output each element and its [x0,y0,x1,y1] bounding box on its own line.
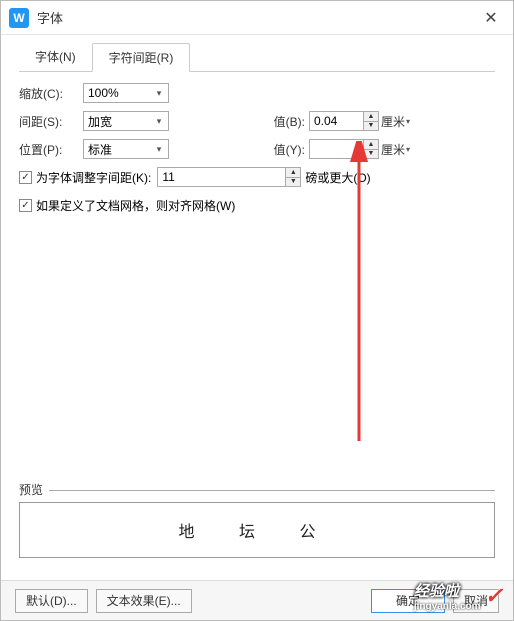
spinner-buttons[interactable]: ▲ ▼ [363,139,379,159]
titlebar: W 字体 ✕ [1,1,513,35]
row-position: 位置(P): 标准 ▾ 值(Y): ▲ ▼ 厘米 ▾ [19,138,495,160]
chevron-down-icon: ▾ [406,145,410,154]
chevron-down-icon: ▾ [152,116,166,127]
position-value: 标准 [88,141,152,158]
chevron-down-icon: ▾ [152,144,166,155]
snap-grid-checkbox[interactable]: ✓ [19,199,32,212]
scale-combo[interactable]: 100% ▾ [83,83,169,103]
value-y-label: 值(Y): [259,141,309,158]
window-title: 字体 [37,8,477,27]
tab-font[interactable]: 字体(N) [19,43,92,71]
value-b-input[interactable] [309,111,363,131]
preview-section: 预览 地 坛 公 [19,481,495,558]
unit-b-dropdown[interactable]: 厘米 ▾ [381,113,410,130]
row-snap-grid: ✓ 如果定义了文档网格，则对齐网格(W) [19,194,495,216]
kerning-unit: 磅或更大(O) [305,169,370,186]
spinner-down-icon[interactable]: ▼ [286,178,300,187]
kerning-label: 为字体调整字间距(K): [36,169,151,186]
scale-value: 100% [88,86,152,100]
value-b-label: 值(B): [259,113,309,130]
default-button[interactable]: 默认(D)... [15,589,88,613]
tab-bar: 字体(N) 字符间距(R) [19,43,495,72]
spinner-down-icon[interactable]: ▼ [364,150,378,159]
spinner-up-icon[interactable]: ▲ [286,168,300,178]
unit-y-dropdown[interactable]: 厘米 ▾ [381,141,410,158]
row-spacing: 间距(S): 加宽 ▾ 值(B): ▲ ▼ 厘米 ▾ [19,110,495,132]
close-button[interactable]: ✕ [477,4,505,32]
unit-y-label: 厘米 [381,141,405,158]
content-area: 字体(N) 字符间距(R) 缩放(C): 100% ▾ 间距(S): 加宽 ▾ … [1,35,513,580]
spinner-up-icon[interactable]: ▲ [364,140,378,150]
font-dialog: W 字体 ✕ 字体(N) 字符间距(R) 缩放(C): 100% ▾ 间距(S)… [0,0,514,621]
value-y-input[interactable] [309,139,363,159]
value-y-spinner[interactable]: ▲ ▼ [309,139,379,159]
spinner-buttons[interactable]: ▲ ▼ [285,167,301,187]
position-label: 位置(P): [19,141,83,158]
snap-grid-label: 如果定义了文档网格，则对齐网格(W) [36,197,235,214]
annotation-arrow-icon [347,141,407,461]
spacing-label: 间距(S): [19,113,83,130]
chevron-down-icon: ▾ [152,88,166,99]
tab-char-spacing[interactable]: 字符间距(R) [92,43,191,72]
ok-button[interactable]: 确定 [371,589,445,613]
spinner-down-icon[interactable]: ▼ [364,122,378,131]
position-combo[interactable]: 标准 ▾ [83,139,169,159]
row-kerning: ✓ 为字体调整字间距(K): ▲ ▼ 磅或更大(O) [19,166,495,188]
preview-label: 预览 [19,481,495,498]
text-effect-button[interactable]: 文本效果(E)... [96,589,192,613]
spacing-combo[interactable]: 加宽 ▾ [83,111,169,131]
unit-b-label: 厘米 [381,113,405,130]
row-scale: 缩放(C): 100% ▾ [19,82,495,104]
footer: 默认(D)... 文本效果(E)... 确定 取消 [1,580,513,620]
cancel-button[interactable]: 取消 [453,589,499,613]
kerning-checkbox[interactable]: ✓ [19,171,32,184]
value-b-spinner[interactable]: ▲ ▼ [309,111,379,131]
chevron-down-icon: ▾ [406,117,410,126]
spacing-value: 加宽 [88,113,152,130]
scale-label: 缩放(C): [19,85,83,102]
spinner-buttons[interactable]: ▲ ▼ [363,111,379,131]
kerning-input[interactable] [157,167,285,187]
app-icon: W [9,8,29,28]
preview-text: 地 坛 公 [179,518,336,542]
spinner-up-icon[interactable]: ▲ [364,112,378,122]
kerning-spinner[interactable]: ▲ ▼ [157,167,301,187]
preview-box: 地 坛 公 [19,502,495,558]
